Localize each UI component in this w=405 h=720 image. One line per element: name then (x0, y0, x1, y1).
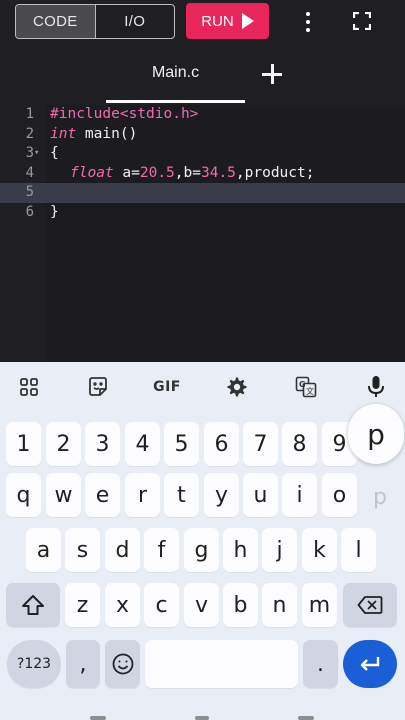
emoji-icon (112, 653, 133, 675)
key-u[interactable]: u (243, 473, 278, 517)
key-t[interactable]: t (164, 473, 199, 517)
period-key[interactable]: . (303, 640, 338, 688)
key-y[interactable]: y (204, 473, 239, 517)
io-tab-button[interactable]: I/O (94, 5, 175, 38)
key-b[interactable]: b (223, 583, 258, 627)
key-5[interactable]: 5 (164, 422, 199, 466)
emoji-key[interactable] (105, 640, 140, 688)
more-vert-icon[interactable] (298, 10, 318, 34)
line-number: 6 (25, 203, 34, 220)
key-4[interactable]: 4 (125, 422, 160, 466)
code-text: float a=20.5,b=34.5,product; (70, 164, 315, 181)
line-number: 5 (25, 184, 34, 200)
shift-icon (22, 595, 44, 615)
key-7[interactable]: 7 (243, 422, 278, 466)
key-x[interactable]: x (105, 583, 140, 627)
key-a[interactable]: a (26, 528, 61, 572)
mic-icon[interactable] (364, 375, 388, 399)
fold-arrow-icon[interactable]: ▾ (34, 144, 39, 164)
code-tab-button[interactable]: CODE (16, 5, 95, 38)
key-k[interactable]: k (302, 528, 337, 572)
sticker-icon[interactable] (86, 375, 110, 399)
svg-text:文: 文 (306, 386, 314, 396)
key-i[interactable]: i (282, 473, 317, 517)
key-r[interactable]: r (125, 473, 160, 517)
code-editor[interactable]: 1 #include<stdio.h> 2 int main() 3 ▾ { 4… (0, 105, 405, 362)
enter-key[interactable] (343, 640, 397, 688)
code-line-current[interactable]: 5 (0, 183, 405, 203)
translate-icon[interactable]: G 文 (294, 375, 318, 399)
key-3[interactable]: 3 (85, 422, 120, 466)
line-number: 2 (25, 125, 34, 142)
settings-icon[interactable] (225, 375, 249, 399)
view-toggle: CODE I/O (15, 4, 175, 39)
play-icon (241, 13, 254, 29)
space-bar[interactable] (145, 640, 298, 688)
key-d[interactable]: d (105, 528, 140, 572)
key-l[interactable]: l (341, 528, 376, 572)
code-text: int main() (50, 125, 138, 142)
key-q[interactable]: q (6, 473, 41, 517)
key-f[interactable]: f (144, 528, 179, 572)
code-text: } (50, 203, 59, 220)
backspace-key[interactable] (343, 583, 397, 627)
key-o[interactable]: o (322, 473, 357, 517)
active-tab-indicator (106, 100, 245, 103)
key-v[interactable]: v (184, 583, 219, 627)
key-e[interactable]: e (85, 473, 120, 517)
key-8[interactable]: 8 (282, 422, 317, 466)
key-6[interactable]: 6 (204, 422, 239, 466)
enter-icon (360, 657, 380, 671)
file-tabs: Main.c (0, 50, 405, 105)
comma-key[interactable]: , (66, 640, 100, 688)
svg-text:G: G (299, 380, 306, 389)
code-line[interactable]: 2 int main() (0, 125, 405, 145)
key-2[interactable]: 2 (46, 422, 81, 466)
key-preview-popup: p (348, 404, 404, 464)
key-w[interactable]: w (46, 473, 81, 517)
gif-button[interactable]: GIF (152, 375, 182, 399)
key-c[interactable]: c (144, 583, 179, 627)
run-button[interactable]: RUN (186, 3, 269, 39)
key-j[interactable]: j (262, 528, 297, 572)
line-number: 4 (25, 164, 34, 181)
key-p[interactable]: p (362, 475, 398, 519)
code-text: { (50, 145, 59, 161)
key-h[interactable]: h (223, 528, 258, 572)
apps-icon[interactable] (17, 375, 41, 399)
symbols-key[interactable]: ?123 (7, 640, 61, 688)
keyboard-toolbar: GIF G 文 (0, 362, 405, 412)
tab-main-c[interactable]: Main.c (106, 64, 245, 82)
top-toolbar: CODE I/O RUN (0, 0, 405, 44)
key-s[interactable]: s (65, 528, 100, 572)
code-line[interactable]: 3 ▾ { (0, 144, 405, 164)
code-line[interactable]: 1 #include<stdio.h> (0, 105, 405, 125)
nav-bar-hint (0, 700, 405, 720)
key-n[interactable]: n (262, 583, 297, 627)
key-g[interactable]: g (184, 528, 219, 572)
key-m[interactable]: m (302, 583, 337, 627)
shift-key[interactable] (6, 583, 60, 627)
key-z[interactable]: z (65, 583, 100, 627)
backspace-icon (357, 596, 383, 614)
key-1[interactable]: 1 (6, 422, 41, 466)
code-line[interactable]: 6 } (0, 203, 405, 223)
run-label: RUN (201, 12, 234, 30)
code-line[interactable]: 4 float a=20.5,b=34.5,product; (0, 164, 405, 184)
plus-icon[interactable] (260, 62, 284, 86)
code-text: #include<stdio.h> (50, 106, 199, 122)
line-number: 1 (25, 106, 34, 122)
fullscreen-icon[interactable] (353, 12, 371, 30)
line-number: 3 (25, 145, 34, 161)
